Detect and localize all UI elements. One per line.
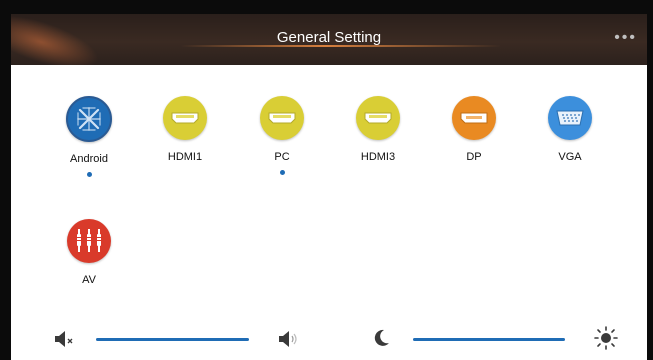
- source-hdmi3[interactable]: HDMI3: [338, 96, 418, 164]
- source-dp[interactable]: DP: [434, 96, 514, 164]
- settings-screen: General Setting ••• Android HDMI1 PC HDM…: [11, 14, 647, 360]
- android-logo-icon: [66, 96, 112, 142]
- hdmi-icon: [163, 96, 207, 140]
- active-indicator-dot: [279, 170, 285, 175]
- speaker-mute-icon[interactable]: [54, 330, 74, 353]
- speaker-icon[interactable]: [278, 330, 300, 353]
- sun-icon[interactable]: [594, 326, 618, 355]
- source-label: PC: [274, 151, 290, 163]
- hdmi-icon: [260, 96, 304, 140]
- more-options-button[interactable]: •••: [614, 29, 637, 47]
- moon-icon[interactable]: [371, 328, 391, 353]
- source-vga[interactable]: VGA: [530, 96, 610, 164]
- source-label: DP: [466, 151, 482, 163]
- brightness-slider[interactable]: [413, 338, 565, 341]
- header-bar: General Setting •••: [11, 14, 647, 65]
- source-pc[interactable]: PC: [242, 96, 322, 175]
- source-label: AV: [82, 274, 96, 286]
- source-android[interactable]: Android: [49, 96, 129, 177]
- page-title: General Setting: [276, 29, 382, 46]
- source-label: HDMI1: [167, 151, 203, 163]
- active-indicator-dot: [86, 172, 92, 177]
- vga-icon: [548, 96, 592, 140]
- device-frame: General Setting ••• Android HDMI1 PC HDM…: [0, 0, 653, 360]
- volume-slider[interactable]: [96, 338, 249, 341]
- av-rca-icon: [67, 219, 111, 263]
- source-av[interactable]: AV: [49, 219, 129, 287]
- source-label: Android: [70, 153, 108, 165]
- hdmi-icon: [356, 96, 400, 140]
- displayport-icon: [452, 96, 496, 140]
- source-hdmi1[interactable]: HDMI1: [145, 96, 225, 164]
- source-label: VGA: [558, 151, 582, 163]
- source-label: HDMI3: [360, 151, 396, 163]
